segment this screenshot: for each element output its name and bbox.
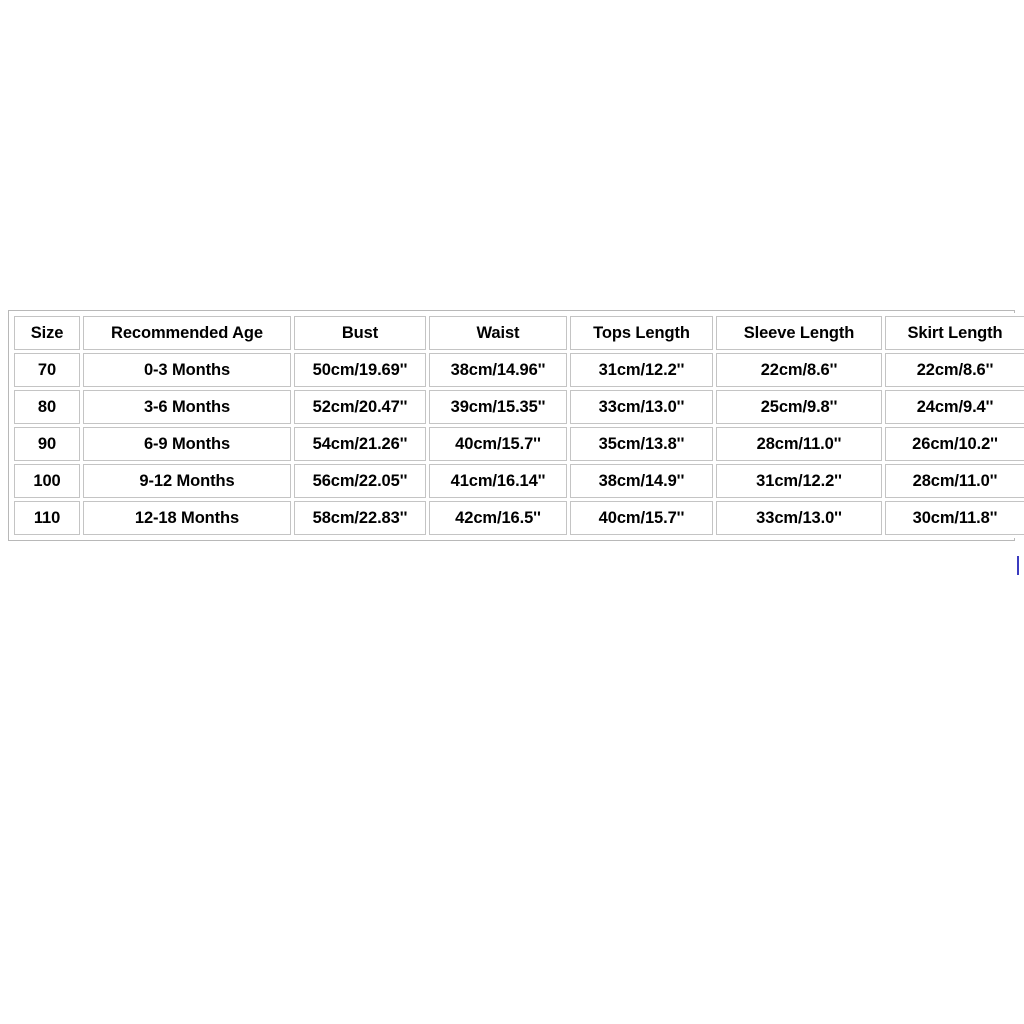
cell-recommended-age: 12-18 Months — [83, 501, 291, 535]
cell-recommended-age: 0-3 Months — [83, 353, 291, 387]
table-body: 70 0-3 Months 50cm/19.69'' 38cm/14.96'' … — [14, 353, 1024, 535]
cell-skirt-length: 28cm/11.0'' — [885, 464, 1024, 498]
cell-recommended-age: 3-6 Months — [83, 390, 291, 424]
cell-size: 80 — [14, 390, 80, 424]
cell-bust: 54cm/21.26'' — [294, 427, 426, 461]
cell-tops-length: 38cm/14.9'' — [570, 464, 713, 498]
cell-size: 90 — [14, 427, 80, 461]
table-row: 110 12-18 Months 58cm/22.83'' 42cm/16.5'… — [14, 501, 1024, 535]
cell-waist: 40cm/15.7'' — [429, 427, 567, 461]
cell-waist: 41cm/16.14'' — [429, 464, 567, 498]
cell-size: 70 — [14, 353, 80, 387]
table-header-row: Size Recommended Age Bust Waist Tops Len… — [14, 316, 1024, 350]
column-header-recommended-age: Recommended Age — [83, 316, 291, 350]
table-header: Size Recommended Age Bust Waist Tops Len… — [14, 316, 1024, 350]
cell-tops-length: 33cm/13.0'' — [570, 390, 713, 424]
cell-sleeve-length: 28cm/11.0'' — [716, 427, 882, 461]
cell-recommended-age: 6-9 Months — [83, 427, 291, 461]
cell-sleeve-length: 33cm/13.0'' — [716, 501, 882, 535]
column-header-sleeve-length: Sleeve Length — [716, 316, 882, 350]
cell-skirt-length: 24cm/9.4'' — [885, 390, 1024, 424]
text-cursor-icon — [1017, 556, 1019, 575]
cell-recommended-age: 9-12 Months — [83, 464, 291, 498]
cell-sleeve-length: 22cm/8.6'' — [716, 353, 882, 387]
table-row: 100 9-12 Months 56cm/22.05'' 41cm/16.14'… — [14, 464, 1024, 498]
cell-bust: 52cm/20.47'' — [294, 390, 426, 424]
column-header-bust: Bust — [294, 316, 426, 350]
cell-waist: 38cm/14.96'' — [429, 353, 567, 387]
table-row: 80 3-6 Months 52cm/20.47'' 39cm/15.35'' … — [14, 390, 1024, 424]
cell-sleeve-length: 25cm/9.8'' — [716, 390, 882, 424]
cell-waist: 42cm/16.5'' — [429, 501, 567, 535]
cell-waist: 39cm/15.35'' — [429, 390, 567, 424]
size-chart-container: Size Recommended Age Bust Waist Tops Len… — [8, 310, 1024, 541]
cell-size: 100 — [14, 464, 80, 498]
table-row: 90 6-9 Months 54cm/21.26'' 40cm/15.7'' 3… — [14, 427, 1024, 461]
table-row: 70 0-3 Months 50cm/19.69'' 38cm/14.96'' … — [14, 353, 1024, 387]
cell-bust: 50cm/19.69'' — [294, 353, 426, 387]
cell-skirt-length: 22cm/8.6'' — [885, 353, 1024, 387]
cell-tops-length: 31cm/12.2'' — [570, 353, 713, 387]
column-header-skirt-length: Skirt Length — [885, 316, 1024, 350]
cell-tops-length: 35cm/13.8'' — [570, 427, 713, 461]
cell-sleeve-length: 31cm/12.2'' — [716, 464, 882, 498]
column-header-size: Size — [14, 316, 80, 350]
cell-skirt-length: 26cm/10.2'' — [885, 427, 1024, 461]
size-chart-table: Size Recommended Age Bust Waist Tops Len… — [11, 313, 1024, 538]
cell-bust: 56cm/22.05'' — [294, 464, 426, 498]
cell-bust: 58cm/22.83'' — [294, 501, 426, 535]
cell-size: 110 — [14, 501, 80, 535]
column-header-tops-length: Tops Length — [570, 316, 713, 350]
column-header-waist: Waist — [429, 316, 567, 350]
cell-skirt-length: 30cm/11.8'' — [885, 501, 1024, 535]
cell-tops-length: 40cm/15.7'' — [570, 501, 713, 535]
